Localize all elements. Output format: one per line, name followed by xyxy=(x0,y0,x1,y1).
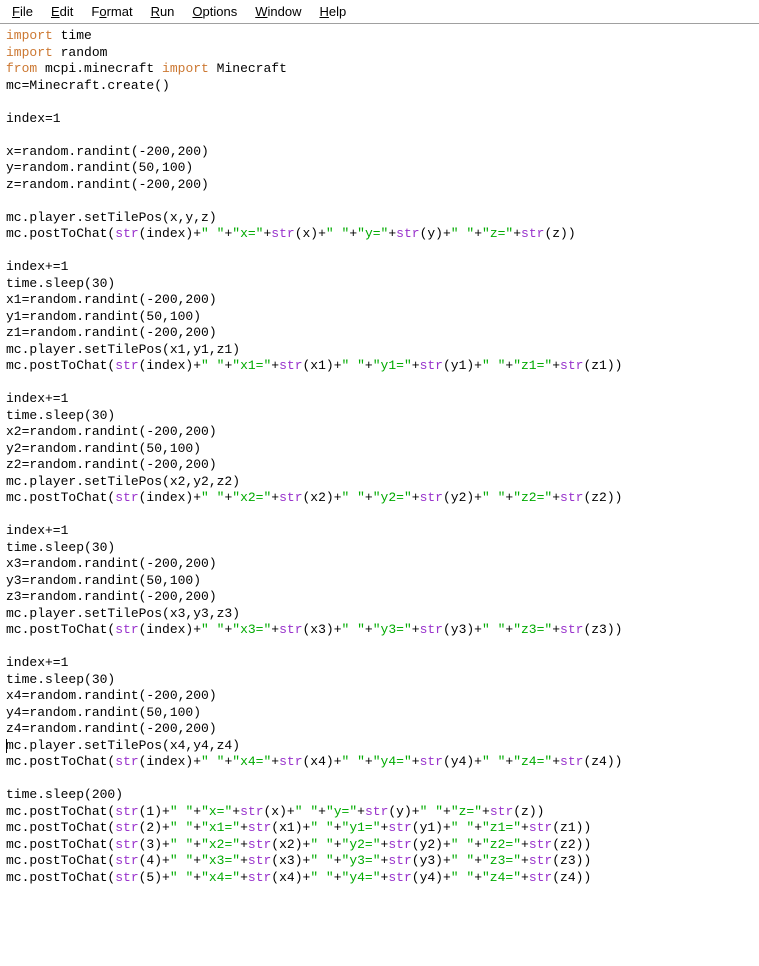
menu-options[interactable]: Options xyxy=(184,2,245,21)
code-line: mc.postToChat(str(index)+" "+"x1="+str(x… xyxy=(6,358,753,375)
code-line: z2=random.randint(-200,200) xyxy=(6,457,753,474)
code-line: mc.postToChat(str(5)+" "+"x4="+str(x4)+"… xyxy=(6,870,753,887)
code-line: import random xyxy=(6,45,753,62)
code-line xyxy=(6,639,753,656)
code-line xyxy=(6,375,753,392)
code-line: mc.postToChat(str(index)+" "+"x="+str(x)… xyxy=(6,226,753,243)
code-line xyxy=(6,243,753,260)
code-line: y4=random.randint(50,100) xyxy=(6,705,753,722)
code-line xyxy=(6,193,753,210)
code-line: z4=random.randint(-200,200) xyxy=(6,721,753,738)
code-line: x4=random.randint(-200,200) xyxy=(6,688,753,705)
code-line: mc.postToChat(str(4)+" "+"x3="+str(x3)+"… xyxy=(6,853,753,870)
code-line: mc=Minecraft.create() xyxy=(6,78,753,95)
code-line xyxy=(6,94,753,111)
code-line: x=random.randint(-200,200) xyxy=(6,144,753,161)
code-line: x3=random.randint(-200,200) xyxy=(6,556,753,573)
code-line: index=1 xyxy=(6,111,753,128)
code-line: z=random.randint(-200,200) xyxy=(6,177,753,194)
code-line: z1=random.randint(-200,200) xyxy=(6,325,753,342)
code-line: mc.postToChat(str(index)+" "+"x3="+str(x… xyxy=(6,622,753,639)
code-line: mc.player.setTilePos(x3,y3,z3) xyxy=(6,606,753,623)
code-line: y1=random.randint(50,100) xyxy=(6,309,753,326)
code-line: from mcpi.minecraft import Minecraft xyxy=(6,61,753,78)
code-editor[interactable]: import timeimport randomfrom mcpi.minecr… xyxy=(0,24,759,890)
menu-window[interactable]: Window xyxy=(247,2,309,21)
menu-file[interactable]: File xyxy=(4,2,41,21)
code-line: y2=random.randint(50,100) xyxy=(6,441,753,458)
code-line: time.sleep(30) xyxy=(6,276,753,293)
code-line: mc.postToChat(str(index)+" "+"x4="+str(x… xyxy=(6,754,753,771)
code-line: import time xyxy=(6,28,753,45)
code-line: mc.player.setTilePos(x,y,z) xyxy=(6,210,753,227)
code-line: mc.player.setTilePos(x4,y4,z4) xyxy=(6,738,753,755)
code-line: time.sleep(30) xyxy=(6,540,753,557)
code-line: mc.player.setTilePos(x1,y1,z1) xyxy=(6,342,753,359)
code-line: time.sleep(30) xyxy=(6,408,753,425)
code-line: index+=1 xyxy=(6,391,753,408)
code-line: mc.postToChat(str(1)+" "+"x="+str(x)+" "… xyxy=(6,804,753,821)
code-line: z3=random.randint(-200,200) xyxy=(6,589,753,606)
code-line: index+=1 xyxy=(6,655,753,672)
code-line: mc.player.setTilePos(x2,y2,z2) xyxy=(6,474,753,491)
code-line: time.sleep(30) xyxy=(6,672,753,689)
code-line xyxy=(6,127,753,144)
code-line xyxy=(6,771,753,788)
code-line: time.sleep(200) xyxy=(6,787,753,804)
code-line: index+=1 xyxy=(6,259,753,276)
menubar: FileEditFormatRunOptionsWindowHelp xyxy=(0,0,759,24)
code-line: mc.postToChat(str(index)+" "+"x2="+str(x… xyxy=(6,490,753,507)
code-line: mc.postToChat(str(2)+" "+"x1="+str(x1)+"… xyxy=(6,820,753,837)
code-line: y=random.randint(50,100) xyxy=(6,160,753,177)
code-line xyxy=(6,507,753,524)
code-line: mc.postToChat(str(3)+" "+"x2="+str(x2)+"… xyxy=(6,837,753,854)
menu-run[interactable]: Run xyxy=(143,2,183,21)
menu-edit[interactable]: Edit xyxy=(43,2,81,21)
code-line: x1=random.randint(-200,200) xyxy=(6,292,753,309)
code-line: x2=random.randint(-200,200) xyxy=(6,424,753,441)
code-line: index+=1 xyxy=(6,523,753,540)
menu-help[interactable]: Help xyxy=(312,2,355,21)
code-line: y3=random.randint(50,100) xyxy=(6,573,753,590)
menu-format[interactable]: Format xyxy=(83,2,140,21)
